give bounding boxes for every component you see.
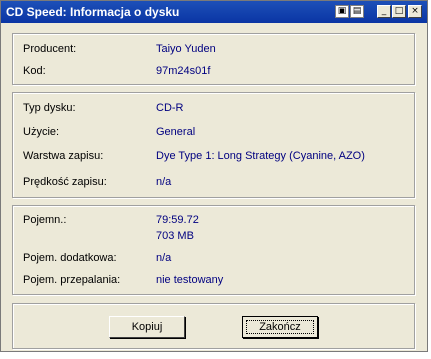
extra-capacity-value: n/a: [156, 252, 172, 264]
close-button[interactable]: ×: [408, 5, 422, 18]
disc-info-window: CD Speed: Informacja o dysku ▣ ▤ _ □ × P…: [0, 0, 428, 352]
disc-type-label: Typ dysku:: [23, 102, 76, 114]
write-speed-label: Prędkość zapisu:: [23, 176, 107, 188]
producer-value: Taiyo Yuden: [156, 43, 216, 55]
producer-label: Producent:: [23, 43, 77, 55]
code-value: 97m24s01f: [156, 65, 211, 77]
minimize-button[interactable]: _: [377, 5, 391, 18]
capacity-label: Pojemn.:: [23, 214, 67, 226]
maximize-button[interactable]: □: [392, 5, 406, 18]
capacity-size-value: 703 MB: [156, 230, 194, 242]
layer-value: Dye Type 1: Long Strategy (Cyanine, AZO): [156, 150, 365, 162]
usage-label: Użycie:: [23, 126, 60, 138]
extra-capacity-label: Pojem. dodatkowa:: [23, 252, 117, 264]
code-label: Kod:: [23, 65, 46, 77]
disc-type-value: CD-R: [156, 102, 184, 114]
title-bar[interactable]: CD Speed: Informacja o dysku ▣ ▤ _ □ ×: [1, 1, 427, 23]
overburn-label: Pojem. przepalania:: [23, 274, 121, 286]
menu-icon[interactable]: ▤: [350, 5, 364, 18]
capacity-panel: Pojemn.: 79:59.72 703 MB Pojem. dodatkow…: [12, 205, 415, 295]
finish-button[interactable]: Zakończ: [242, 316, 318, 338]
buttons-panel: [12, 303, 415, 349]
window-title: CD Speed: Informacja o dysku: [6, 5, 180, 19]
usage-value: General: [156, 126, 196, 138]
restore-icon[interactable]: ▣: [335, 5, 349, 18]
capacity-time-value: 79:59.72: [156, 214, 199, 226]
manufacturer-panel: Producent: Taiyo Yuden Kod: 97m24s01f: [12, 33, 415, 85]
write-speed-value: n/a: [156, 176, 172, 188]
layer-label: Warstwa zapisu:: [23, 150, 104, 162]
copy-button[interactable]: Kopiuj: [109, 316, 185, 338]
disc-panel: Typ dysku: CD-R Użycie: General Warstwa …: [12, 92, 415, 198]
overburn-value: nie testowany: [156, 274, 224, 286]
